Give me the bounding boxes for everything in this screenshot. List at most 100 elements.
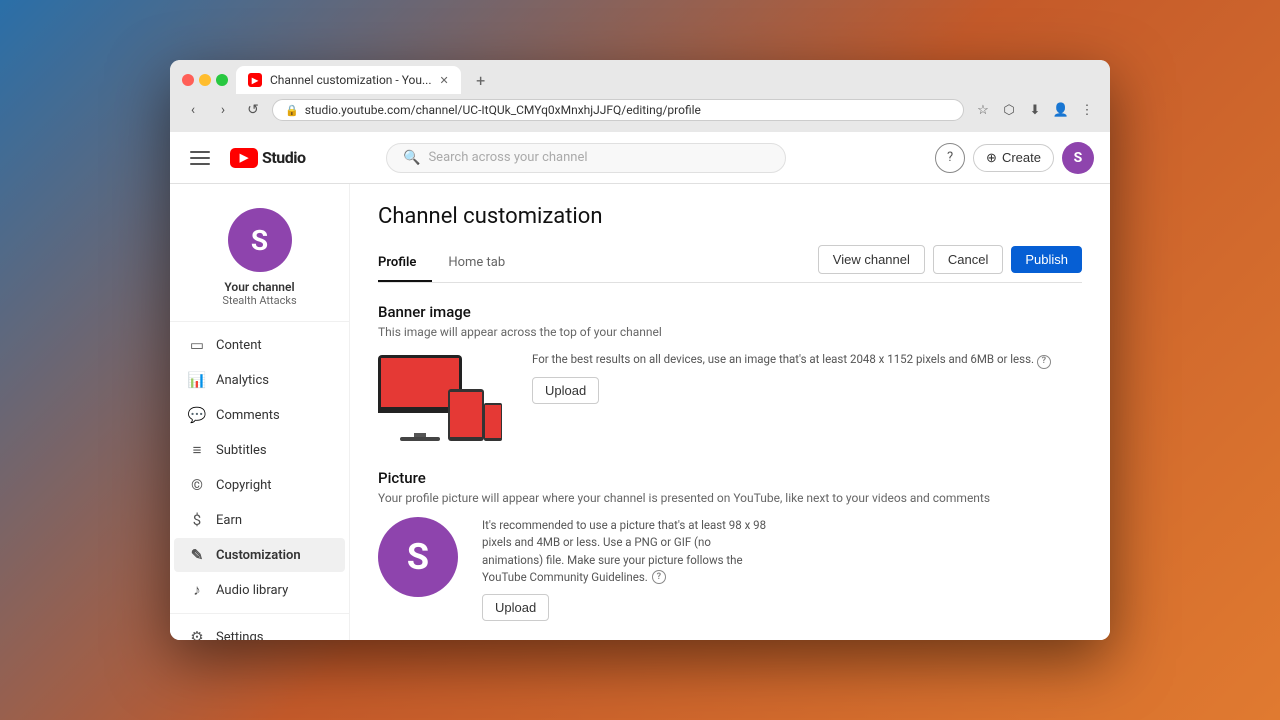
sidebar-label-subtitles: Subtitles — [216, 443, 267, 458]
channel-initial: S — [251, 224, 268, 257]
refresh-button[interactable]: ↺ — [242, 99, 264, 121]
menu-button[interactable] — [186, 142, 218, 174]
sidebar-item-copyright[interactable]: © Copyright — [174, 468, 345, 502]
sidebar-item-analytics[interactable]: 📊 Analytics — [174, 363, 345, 397]
picture-section: Picture Your profile picture will appear… — [378, 469, 1082, 621]
header-actions: ? ⊕ Create S — [935, 142, 1094, 174]
browser-titlebar: ▶ Channel customization - You... ✕ + — [170, 60, 1110, 96]
bookmark-button[interactable]: ☆ — [972, 99, 994, 121]
more-button[interactable]: ⋮ — [1076, 99, 1098, 121]
picture-info-icon[interactable]: ? — [652, 570, 666, 584]
browser-action-buttons: ☆ ⬡ ⬇ 👤 ⋮ — [972, 99, 1098, 121]
channel-info: S Your channel Stealth Attacks — [170, 192, 349, 315]
sidebar-item-comments[interactable]: 💬 Comments — [174, 398, 345, 432]
sidebar-item-customization[interactable]: ✎ Customization — [174, 538, 345, 572]
tabs-actions: View channel Cancel Publish — [818, 245, 1082, 282]
studio-logo-text: Studio — [262, 148, 306, 167]
publish-button[interactable]: Publish — [1011, 246, 1082, 273]
tab-close-button[interactable]: ✕ — [439, 74, 448, 87]
tabs-left: Profile Home tab — [378, 247, 521, 281]
browser-window: ▶ Channel customization - You... ✕ + ‹ ›… — [170, 60, 1110, 640]
sidebar-item-audio-library[interactable]: ♪ Audio library — [174, 573, 345, 607]
sidebar-label-customization: Customization — [216, 548, 301, 563]
extensions-button[interactable]: ⬡ — [998, 99, 1020, 121]
sidebar-item-subtitles[interactable]: ≡ Subtitles — [174, 433, 345, 467]
create-button[interactable]: ⊕ Create — [973, 144, 1054, 172]
sidebar-label-analytics: Analytics — [216, 373, 269, 388]
search-bar[interactable]: 🔍 Search across your channel — [386, 143, 786, 173]
user-avatar[interactable]: S — [1062, 142, 1094, 174]
tab-favicon: ▶ — [248, 73, 262, 87]
analytics-icon: 📊 — [188, 371, 206, 389]
search-placeholder: Search across your channel — [428, 150, 587, 165]
tab-title: Channel customization - You... — [270, 73, 431, 87]
picture-left-col: S — [378, 517, 458, 597]
main-layout: S Your channel Stealth Attacks ▭ Content… — [170, 184, 1110, 640]
sidebar-label-copyright: Copyright — [216, 478, 272, 493]
traffic-lights — [182, 74, 228, 86]
address-bar[interactable]: 🔒 studio.youtube.com/channel/UC-ItQUk_CM… — [272, 99, 964, 121]
picture-info-line1: It's recommended to use a picture that's… — [482, 517, 1082, 534]
sidebar-label-settings: Settings — [216, 630, 263, 641]
profile-picture-initial: S — [407, 536, 429, 578]
banner-info-icon[interactable]: ? — [1037, 355, 1051, 369]
tab-profile[interactable]: Profile — [378, 247, 432, 282]
sidebar-item-settings[interactable]: ⚙ Settings — [174, 620, 345, 640]
url-text: studio.youtube.com/channel/UC-ItQUk_CMYq… — [305, 103, 701, 117]
sidebar: S Your channel Stealth Attacks ▭ Content… — [170, 184, 350, 640]
maximize-traffic-light[interactable] — [216, 74, 228, 86]
picture-two-column: S It's recommended to use a picture that… — [378, 517, 1082, 621]
hamburger-line-2 — [190, 157, 210, 159]
view-channel-button[interactable]: View channel — [818, 245, 925, 274]
create-plus-icon: ⊕ — [986, 150, 997, 166]
banner-right-info: For the best results on all devices, use… — [532, 351, 1082, 369]
channel-avatar[interactable]: S — [228, 208, 292, 272]
banner-upload-button[interactable]: Upload — [532, 377, 599, 404]
minimize-traffic-light[interactable] — [199, 74, 211, 86]
sidebar-item-content[interactable]: ▭ Content — [174, 328, 345, 362]
sidebar-label-earn: Earn — [216, 513, 242, 528]
picture-info-line2: pixels and 4MB or less. Use a PNG or GIF… — [482, 534, 1082, 551]
channel-label: Your channel — [224, 280, 294, 294]
cancel-button[interactable]: Cancel — [933, 245, 1003, 274]
banner-left-col — [378, 351, 508, 441]
phone-device — [484, 403, 502, 441]
banner-description: This image will appear across the top of… — [378, 325, 1082, 339]
banner-preview-image — [378, 351, 508, 441]
content-area: Channel customization Profile Home tab V… — [350, 184, 1110, 640]
hamburger-line-3 — [190, 163, 210, 165]
page-title: Channel customization — [378, 204, 1082, 229]
tablet-screen — [450, 392, 482, 437]
profile-button[interactable]: 👤 — [1050, 99, 1072, 121]
forward-button[interactable]: › — [212, 99, 234, 121]
tab-home-tab[interactable]: Home tab — [432, 247, 521, 282]
browser-tab[interactable]: ▶ Channel customization - You... ✕ — [236, 66, 461, 94]
new-tab-button[interactable]: + — [469, 68, 493, 92]
close-traffic-light[interactable] — [182, 74, 194, 86]
create-label: Create — [1002, 150, 1041, 165]
banner-section: Banner image This image will appear acro… — [378, 303, 1082, 441]
profile-picture-preview: S — [378, 517, 458, 597]
browser-addressbar: ‹ › ↺ 🔒 studio.youtube.com/channel/UC-It… — [170, 96, 1110, 132]
picture-right-info: It's recommended to use a picture that's… — [482, 517, 1082, 586]
help-button[interactable]: ? — [935, 143, 965, 173]
sidebar-item-earn[interactable]: $ Earn — [174, 503, 345, 537]
logo[interactable]: ▶ Studio — [230, 148, 306, 168]
channel-name: Stealth Attacks — [222, 294, 296, 307]
picture-title: Picture — [378, 469, 1082, 487]
sidebar-label-audio-library: Audio library — [216, 583, 288, 598]
help-icon: ? — [947, 150, 953, 165]
tablet-device — [448, 389, 484, 441]
customization-icon: ✎ — [188, 546, 206, 564]
tabs-container: Profile Home tab View channel Cancel Pub… — [378, 245, 1082, 283]
banner-info-text: For the best results on all devices, use… — [532, 352, 1034, 366]
picture-info-line3: animations) file. Make sure your picture… — [482, 552, 1082, 569]
back-button[interactable]: ‹ — [182, 99, 204, 121]
picture-upload-button[interactable]: Upload — [482, 594, 549, 621]
monitor-base — [400, 437, 440, 441]
settings-icon: ⚙ — [188, 628, 206, 640]
sidebar-label-comments: Comments — [216, 408, 280, 423]
hamburger-line-1 — [190, 151, 210, 153]
download-button[interactable]: ⬇ — [1024, 99, 1046, 121]
sidebar-divider-2 — [170, 613, 349, 614]
